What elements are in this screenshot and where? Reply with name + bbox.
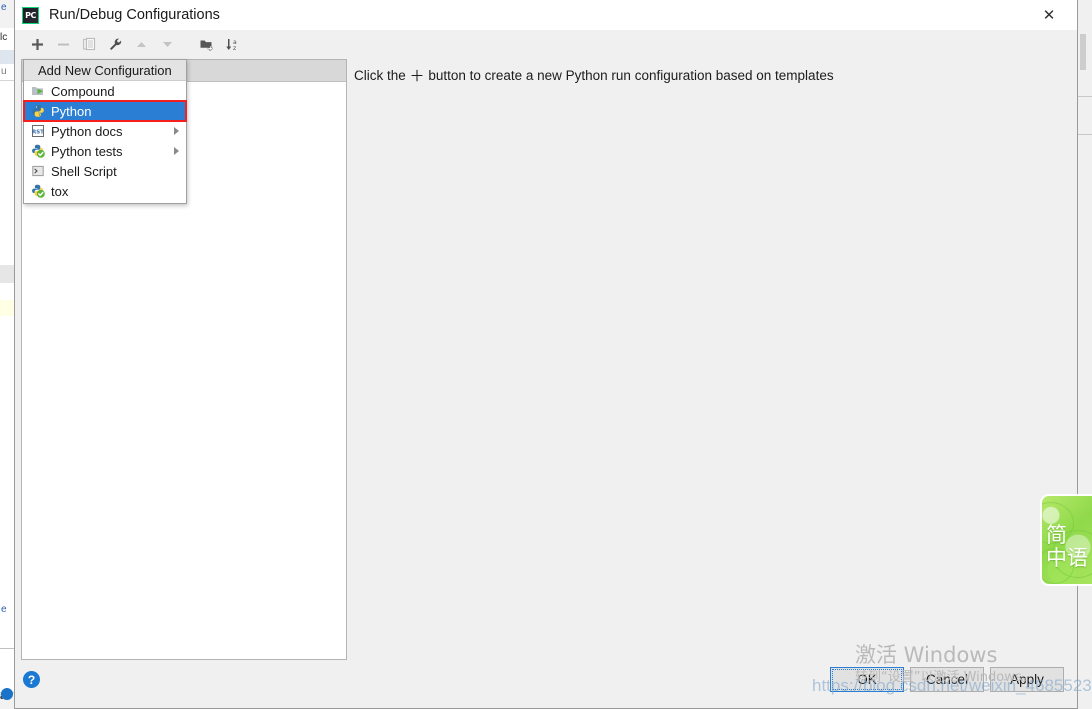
bg-taskbar-dot [1,688,13,700]
run-debug-configurations-dialog: PC Run/Debug Configurations ✕ a z Click … [14,0,1078,709]
cancel-button[interactable]: Cancel [910,667,984,692]
shell-script-icon [30,163,46,179]
copy-configuration-button[interactable] [76,32,102,56]
folder-add-icon [200,40,213,51]
background-ide-left-strip: e lc u e al [0,0,15,709]
menu-item-compound[interactable]: Compound [24,81,186,101]
bg-selection-fragment [0,50,14,64]
bg-divider-fragment [0,648,14,649]
menu-item-label: Python tests [51,143,123,159]
minus-icon [57,43,69,45]
hint-plus-icon: ＋ [409,68,425,85]
bg-text-fragment-3: e [1,604,7,615]
wrench-icon [109,38,121,50]
menu-item-python-tests[interactable]: Python tests [24,141,186,161]
move-into-folder-button[interactable] [194,32,220,56]
ok-button[interactable]: OK [830,667,904,692]
bg-text-fragment-1: lc [0,32,8,43]
svg-text:z: z [233,45,236,52]
edit-templates-button[interactable] [102,32,128,56]
triangle-down-icon [162,41,172,47]
menu-item-python[interactable]: Python [23,100,187,122]
menu-item-label: Compound [51,83,115,99]
hint-text-before: Click the [354,68,406,83]
bg-divider-right-1 [1078,96,1092,97]
rst-doc-icon: RST [30,123,46,139]
python-icon [30,103,46,119]
dialog-button-row: OK Cancel Apply [830,667,1064,692]
sort-az-icon: a z [226,38,237,52]
bg-text-fragment-2: u [1,66,7,77]
bg-scrollbar-thumb[interactable] [1080,34,1086,70]
bg-highlight-fragment [0,300,14,316]
add-configuration-button[interactable] [24,32,50,56]
copy-icon [82,37,95,50]
ime-floating-widget[interactable]: 简 中语 [1040,494,1092,586]
menu-item-label: tox [51,183,69,199]
move-down-button[interactable] [154,32,180,56]
apply-button[interactable]: Apply [990,667,1064,692]
menu-item-tox[interactable]: tox [24,181,186,201]
bg-panel-fragment [0,265,14,283]
add-new-configuration-menu: Add New Configuration Compound Python RS… [23,59,187,204]
sort-configurations-button[interactable]: a z [220,32,246,56]
menu-item-python-docs[interactable]: RST Python docs [24,121,186,141]
dialog-title-bar: PC Run/Debug Configurations ✕ [15,0,1077,30]
page-title: Run/Debug Configurations [49,7,220,23]
menu-item-label: Python [51,103,92,119]
background-ide-right-strip [1077,0,1092,709]
help-icon[interactable]: ? [23,671,40,688]
menu-item-label: Python docs [51,123,123,139]
chevron-right-icon [174,147,179,155]
menu-title: Add New Configuration [24,60,186,81]
move-up-button[interactable] [128,32,154,56]
close-icon[interactable]: ✕ [1029,2,1069,28]
empty-state-hint: Click the ＋ button to create a new Pytho… [354,65,834,86]
triangle-up-icon [136,41,146,47]
bg-text-fragment-0: e [1,2,7,13]
svg-text:RST: RST [32,129,44,135]
pycharm-icon-label: PC [25,10,36,20]
bg-divider-right-2 [1078,134,1092,135]
python-tests-icon [30,143,46,159]
ime-widget-label: 简 中语 [1046,524,1088,570]
compound-icon [30,83,46,99]
tox-icon [30,183,46,199]
chevron-right-icon [174,127,179,135]
pycharm-icon: PC [22,6,39,24]
ime-widget-line2: 中语 [1046,546,1088,570]
menu-item-shell-script[interactable]: Shell Script [24,161,186,181]
plus-icon [31,38,43,50]
hint-text-after: button to create a new Python run config… [428,68,834,83]
remove-configuration-button[interactable] [50,32,76,56]
ime-widget-line1: 简 [1046,523,1067,547]
menu-item-label: Shell Script [51,163,117,179]
configurations-toolbar: a z [15,30,1077,58]
